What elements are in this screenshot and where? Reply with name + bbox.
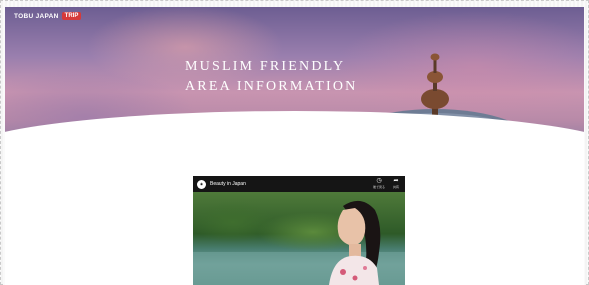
hero-title-line-2: AREA INFORMATION [185, 79, 358, 94]
watch-later-button[interactable]: ◷ 後で見る [373, 178, 385, 189]
scroll-label: scroll [293, 120, 304, 126]
video-header: ◉ Beauty in Japan ◷ 後で見る ➦ 共有 [193, 176, 405, 192]
hero-banner: TOBU JAPAN TRIP MUSLIM FRIENDLY AREA INF… [5, 7, 584, 149]
site-logo[interactable]: TOBU JAPAN TRIP [14, 12, 82, 20]
share-icon: ➦ [393, 178, 399, 184]
share-button[interactable]: ➦ 共有 [393, 178, 399, 189]
video-thumbnail[interactable] [193, 192, 405, 285]
hero-title-line-1: MUSLIM FRIENDLY [185, 59, 346, 74]
clock-icon: ◷ [376, 178, 382, 184]
video-player[interactable]: ◉ Beauty in Japan ◷ 後で見る ➦ 共有 [193, 176, 405, 285]
logo-text: TOBU JAPAN [14, 12, 59, 20]
hero-title: MUSLIM FRIENDLY AREA INFORMATION [185, 57, 358, 97]
woman-in-kimono-image [193, 200, 405, 285]
scroll-indicator[interactable]: scroll [293, 116, 311, 130]
share-label: 共有 [392, 185, 399, 189]
channel-avatar[interactable]: ◉ [197, 179, 206, 189]
video-title[interactable]: Beauty in Japan [210, 181, 246, 187]
logo-badge: TRIP [61, 12, 82, 20]
watch-later-label: 後で見る [372, 185, 385, 189]
scroll-line [309, 116, 311, 130]
video-actions: ◷ 後で見る ➦ 共有 [373, 178, 399, 189]
page: TOBU JAPAN TRIP MUSLIM FRIENDLY AREA INF… [5, 7, 584, 285]
